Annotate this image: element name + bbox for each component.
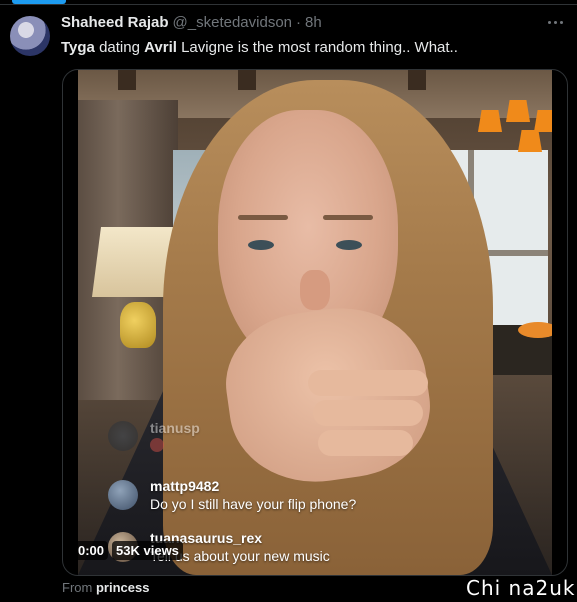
- scene-lamp-base: [120, 302, 156, 348]
- tweet-text-segment: Lavigne is the most random thing.. What.…: [176, 39, 458, 56]
- live-comment: mattp9482 Do yo I still have your flip p…: [108, 478, 356, 512]
- author-avatar[interactable]: [10, 16, 50, 56]
- attribution-source-link[interactable]: princess: [96, 580, 149, 595]
- video-attribution: From princess: [62, 580, 149, 595]
- tweet-timestamp[interactable]: 8h: [305, 14, 322, 31]
- tweet-text: Tyga dating Avril Lavigne is the most ra…: [61, 38, 458, 58]
- tweet-header: Shaheed Rajab @_sketedavidson · 8h: [61, 14, 322, 34]
- video-time: 0:00: [74, 541, 109, 560]
- video-overlay-info: 0:00 53K views: [74, 541, 183, 560]
- commenter-avatar: [108, 421, 138, 451]
- emoji-icon: [150, 438, 164, 452]
- video-player[interactable]: tianusp mattp9482 Do yo I still have you…: [62, 69, 568, 576]
- tweet-text-tyga: Tyga: [61, 39, 95, 56]
- scene-chandelier: [478, 90, 552, 160]
- separator-dot: ·: [296, 14, 302, 31]
- attribution-prefix: From: [62, 580, 96, 595]
- video-views: 53K views: [112, 541, 183, 560]
- tweet-text-segment: dating: [94, 39, 145, 56]
- author-handle[interactable]: @_sketedavidson: [173, 14, 292, 31]
- comment-text: Do yo I still have your flip phone?: [150, 496, 357, 512]
- tweet-text-avril: Avril: [144, 39, 177, 56]
- watermark-text: Chi na2uk: [466, 576, 576, 600]
- scene-fruit-bowl: [518, 322, 552, 338]
- commenter-avatar: [108, 480, 138, 510]
- live-comment: tianusp: [108, 420, 200, 452]
- commenter-username: tianusp: [150, 420, 200, 436]
- top-divider: [0, 4, 577, 5]
- video-frame[interactable]: tianusp mattp9482 Do yo I still have you…: [78, 70, 552, 575]
- commenter-username: mattp9482: [150, 478, 220, 494]
- more-horizontal-icon[interactable]: [543, 12, 567, 32]
- author-name[interactable]: Shaheed Rajab: [61, 14, 169, 31]
